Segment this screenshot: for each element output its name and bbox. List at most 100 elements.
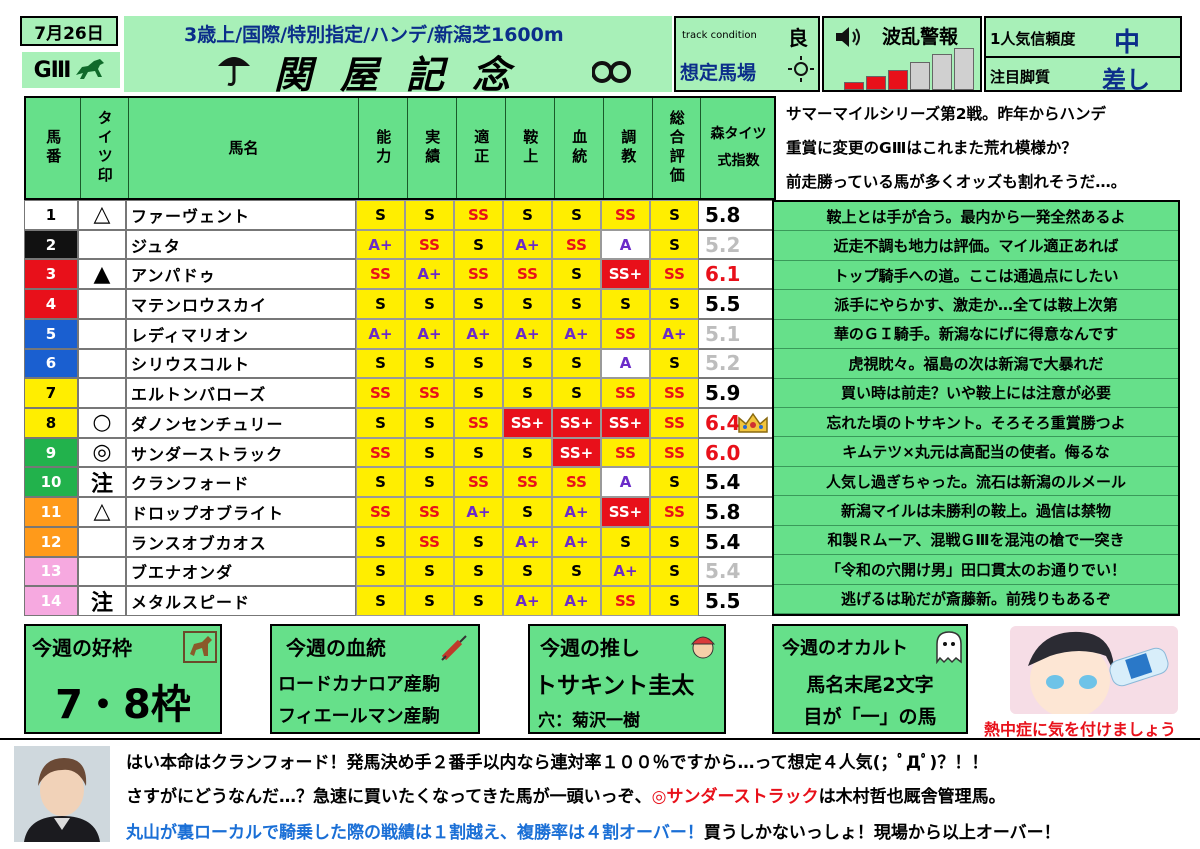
grade-cell: S xyxy=(356,348,405,379)
assumed-track-label: 想定馬場 xyxy=(680,62,757,84)
grade-cell: A+ xyxy=(454,318,503,349)
syringe-icon xyxy=(441,635,467,661)
horse-name: メタルスピード xyxy=(126,586,356,616)
horse-number: 11 xyxy=(24,497,78,527)
horse-number: 10 xyxy=(24,467,78,498)
table-row: 9 ◎ サンダーストラック SS S S S SS+ SS SS 6.0 xyxy=(24,437,776,468)
commentator-avatar xyxy=(14,746,110,842)
column-header-overall: 総合評価 xyxy=(652,98,700,198)
upset-alert-box: 波乱警報 xyxy=(822,16,982,92)
horse-number: 12 xyxy=(24,526,78,557)
horse-name: ダノンセンチュリー xyxy=(126,408,356,438)
table-body: 1 △ ファーヴェント S S SS S S SS S 5.8 2 ジュタ A+ SS S A+ SS A S 5.2 3… xyxy=(24,200,776,616)
grade-badge: GⅢ xyxy=(22,52,120,88)
footer-line-1: はい本命はクランフォード！発馬決め手２番手以内なら連対率１００％ですから…って想… xyxy=(126,753,989,773)
grade-cell: S xyxy=(503,289,552,319)
crown-icon xyxy=(738,412,768,433)
jockey-icon xyxy=(690,636,716,659)
tights-index: 5.4 xyxy=(698,467,776,498)
good-draw-box: 今週の好枠 7・8枠 xyxy=(24,624,222,734)
speaker-icon xyxy=(836,27,860,47)
grade-cell: S xyxy=(601,289,650,319)
umbrella-icon xyxy=(218,57,250,86)
grade-cell: A xyxy=(601,467,650,498)
grade-cell: S xyxy=(650,289,699,319)
grade-cell: SS xyxy=(552,229,601,260)
horse-name: ファーヴェント xyxy=(126,200,356,230)
table-row: 8 ○ ダノンセンチュリー S S SS SS+ SS+ SS+ SS 6.4 xyxy=(24,408,776,438)
column-header-conditioning: 調教 xyxy=(603,98,652,198)
bloodline-line-1: ロードカナロア産駒 xyxy=(278,674,440,695)
grade-cell: A+ xyxy=(503,526,552,557)
track-condition-box: track condition 良 想定馬場 xyxy=(674,16,820,92)
table-row: 4 マテンロウスカイ S S S S S S S 5.5 xyxy=(24,289,776,319)
grade-cell: S xyxy=(454,289,503,319)
grade-cell: S xyxy=(552,200,601,230)
table-row: 14 注メタルスピード S S S A+ A+ SS S 5.5 xyxy=(24,586,776,616)
grade-cell: SS+ xyxy=(552,437,601,468)
grade-cell: S xyxy=(650,556,699,587)
footer-line-3: 丸山が裏ローカルで騎乗した際の戦績は１割越え、複勝率は４割オーバー！買うしかない… xyxy=(126,818,1061,843)
grade-cell: SS xyxy=(356,259,405,290)
tights-index: 5.4 xyxy=(698,556,776,587)
race-title-box: 3歳上/国際/特別指定/ハンデ/新潟芝1600m 関屋記念 xyxy=(124,16,672,97)
column-header-index: 森タイツ式指数 xyxy=(700,98,776,198)
grade-cell: A+ xyxy=(503,229,552,260)
column-header-bloodline: 血統 xyxy=(554,98,603,198)
table-row: 13 ブエナオンダ S S S S S A+ S 5.4 xyxy=(24,556,776,587)
grade-cell: S xyxy=(503,200,552,230)
grade-cell: S xyxy=(503,497,552,527)
table-row: 1 △ ファーヴェント S S SS S S SS S 5.8 xyxy=(24,200,776,230)
table-row: 7 エルトンバローズ SS SS S S S SS SS 5.9 xyxy=(24,378,776,408)
grade-cell: SS xyxy=(503,259,552,290)
horse-table: 馬番 タイツ印 馬名 能力 実績 適正 鞍上 血統 調教 総合評価 森タイツ式指数 1 △ ファーヴェン… xyxy=(24,96,776,616)
grade-cell: S xyxy=(356,467,405,498)
horse-number: 6 xyxy=(24,348,78,379)
table-row: 3 ▲ アンパドゥ SS A+ SS SS S SS+ SS 6.1 xyxy=(24,259,776,290)
favorite-trust-label: 1人気信頼度 xyxy=(990,30,1076,48)
table-row: 10 注クランフォード S S SS SS SS A S 5.4 xyxy=(24,467,776,497)
horse-number: 8 xyxy=(24,408,78,438)
column-header-mark: タイツ印 xyxy=(80,98,128,198)
grade-cell: S xyxy=(503,348,552,379)
horse-name: サンダーストラック xyxy=(126,437,356,468)
horse-name: アンパドゥ xyxy=(126,259,356,290)
grade-cell: A+ xyxy=(356,318,405,349)
prediction-mark xyxy=(78,526,126,557)
prediction-mark: △ xyxy=(78,497,126,527)
occult-line-2: 目が「一」の馬 xyxy=(803,706,937,728)
table-row: 2 ジュタ A+ SS S A+ SS A S 5.2 xyxy=(24,229,776,260)
column-header-ability: 能力 xyxy=(358,98,407,198)
bloodline-title: 今週の血統 xyxy=(286,636,386,660)
favorite-info-box: 1人気信頼度 中 注目脚質 差し xyxy=(984,16,1182,94)
horse-icon xyxy=(76,59,105,79)
grade-cell: S xyxy=(356,289,405,319)
grade-cell: SS xyxy=(356,437,405,468)
favorite-pick-box: 今週の推し トサキント圭太 穴：菊沢一樹 xyxy=(528,624,726,734)
intro-line-1: サマーマイルシリーズ第2戦。昨年からハンデ xyxy=(786,105,1107,123)
horse-comment: 鞍上とは手が合う。最内から一発全然あるよ xyxy=(774,202,1178,232)
grade-cell: SS+ xyxy=(503,408,552,438)
grade-cell: S xyxy=(405,586,454,616)
grade-cell: S xyxy=(650,467,699,498)
tights-index: 5.2 xyxy=(698,348,776,379)
grade-cell: SS xyxy=(650,437,699,468)
horse-comment: 華のＧＩ騎手。新潟なにげに得意なんです xyxy=(774,320,1178,350)
horse-number: 7 xyxy=(24,378,78,408)
grade-cell: S xyxy=(454,556,503,587)
table-row: 6 シリウスコルト S S S S S A S 5.2 xyxy=(24,348,776,379)
grade-cell: S xyxy=(405,437,454,468)
horse-number: 13 xyxy=(24,556,78,587)
grade-cell: SS xyxy=(454,408,503,438)
grade-cell: S xyxy=(356,200,405,230)
intro-line-2: 重賞に変更のGⅢはこれまた荒れ模様か？ xyxy=(786,139,1077,157)
comments-column: 鞍上とは手が合う。最内から一発全然あるよ 近走不調も地力は評価。マイル適正あればト… xyxy=(772,200,1180,616)
upset-level-meter xyxy=(844,48,976,90)
upset-meter-bar xyxy=(954,48,974,90)
grade-cell: S xyxy=(503,437,552,468)
tights-index: 5.1 xyxy=(698,318,776,349)
grade-cell: SS xyxy=(601,437,650,468)
grade-cell: A+ xyxy=(601,556,650,587)
prediction-mark xyxy=(78,378,126,408)
tights-index: 5.8 xyxy=(698,497,776,527)
